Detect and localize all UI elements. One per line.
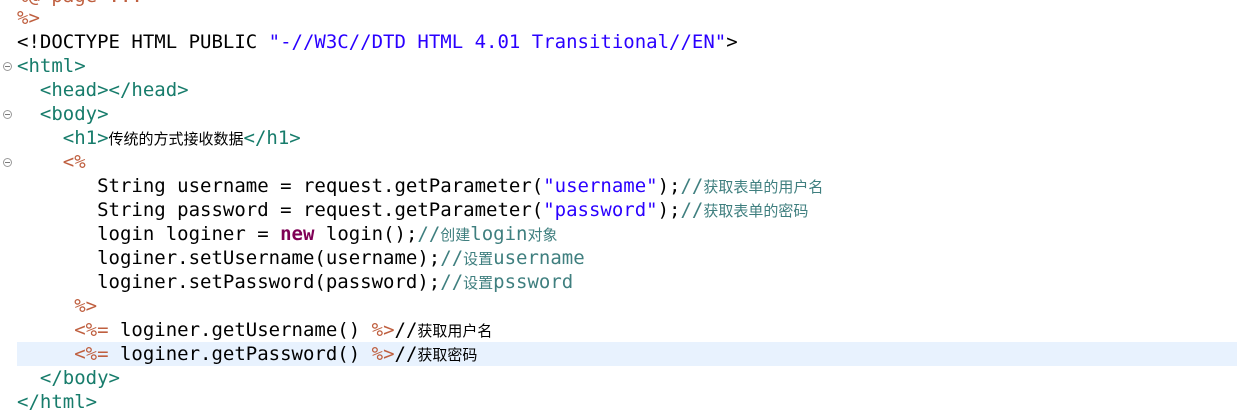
fold-collapse-icon[interactable]: [3, 62, 12, 71]
code-line[interactable]: <html>: [17, 54, 1237, 78]
code-token: loginer.getUsername(): [108, 319, 372, 341]
editor-gutter: [0, 0, 16, 414]
code-token: loginer.setUsername(username);: [97, 247, 441, 269]
code-token: "password": [543, 199, 658, 221]
code-line[interactable]: <head></head>: [17, 78, 1237, 102]
code-token: 获取用户名: [417, 322, 493, 340]
code-token: 创建: [440, 226, 471, 244]
code-line[interactable]: <h1>传统的方式接收数据</h1>: [17, 126, 1237, 150]
code-token: <html>: [17, 55, 86, 77]
code-line[interactable]: <%: [17, 150, 1237, 174]
code-line[interactable]: <%= loginer.getUsername() %>//获取用户名: [17, 318, 1237, 342]
code-token: pssword: [493, 271, 574, 293]
code-token: login();: [314, 223, 418, 245]
code-token: <%: [62, 151, 86, 173]
code-token: </body>: [39, 367, 120, 389]
code-token: %>: [371, 319, 395, 341]
code-token: );: [657, 199, 681, 221]
code-token: );: [657, 175, 681, 197]
code-token: 传统的方式接收数据: [108, 130, 244, 148]
fold-collapse-icon[interactable]: [3, 110, 12, 119]
code-line[interactable]: %>: [17, 294, 1237, 318]
code-token: <body>: [39, 103, 109, 125]
code-token: </html>: [17, 391, 98, 413]
code-token: String password = request.getParameter(: [97, 199, 544, 221]
code-token: //: [394, 343, 418, 365]
code-token: username: [493, 247, 585, 269]
code-token: </h1>: [243, 127, 301, 149]
code-token: //: [680, 199, 704, 221]
code-token: //: [440, 247, 464, 269]
code-token: 设置: [463, 274, 494, 292]
code-token: 获取表单的密码: [703, 202, 809, 220]
code-token: <!DOCTYPE HTML PUBLIC: [17, 31, 269, 53]
code-token: login loginer =: [97, 223, 281, 245]
code-line[interactable]: <%= loginer.getPassword() %>//获取密码: [17, 342, 1237, 366]
code-line[interactable]: %>: [17, 6, 1237, 30]
code-line[interactable]: <body>: [17, 102, 1237, 126]
code-token: new: [280, 223, 315, 245]
code-token: %>: [371, 343, 395, 365]
code-token: //: [417, 223, 441, 245]
code-line[interactable]: loginer.setUsername(username);//设置userna…: [17, 246, 1237, 270]
code-token: <%=: [74, 343, 109, 365]
fold-collapse-icon[interactable]: [3, 158, 12, 167]
code-token: %>: [74, 295, 98, 317]
code-line[interactable]: </html>: [17, 390, 1237, 414]
code-token: <%=: [74, 319, 109, 341]
code-token: <h1>: [62, 127, 109, 149]
code-line[interactable]: login loginer = new login();//创建login对象: [17, 222, 1237, 246]
code-line[interactable]: </body>: [17, 366, 1237, 390]
code-token: loginer.getPassword(): [108, 343, 372, 365]
code-token: %>: [17, 7, 40, 29]
code-token: "username": [543, 175, 658, 197]
code-token: loginer.setPassword(password);: [97, 271, 441, 293]
code-token: 对象: [527, 226, 558, 244]
code-token: 获取密码: [417, 346, 478, 364]
code-token: String username = request.getParameter(: [97, 175, 544, 197]
code-line[interactable]: loginer.setPassword(password);//设置psswor…: [17, 270, 1237, 294]
code-token: login: [470, 223, 528, 245]
code-token: //: [680, 175, 704, 197]
code-token: //: [440, 271, 464, 293]
code-editor[interactable]: %@ page ... %><!DOCTYPE HTML PUBLIC "-//…: [0, 0, 1237, 414]
code-token: "-//W3C//DTD HTML 4.01 Transitional//EN": [268, 31, 727, 53]
code-line[interactable]: String username = request.getParameter("…: [17, 174, 1237, 198]
code-line[interactable]: String password = request.getParameter("…: [17, 198, 1237, 222]
code-token: <head></head>: [39, 79, 189, 101]
code-token: >: [726, 31, 738, 53]
code-line[interactable]: <!DOCTYPE HTML PUBLIC "-//W3C//DTD HTML …: [17, 30, 1237, 54]
code-token: 获取表单的用户名: [703, 178, 824, 196]
code-token: //: [394, 319, 418, 341]
code-token: 设置: [463, 250, 494, 268]
